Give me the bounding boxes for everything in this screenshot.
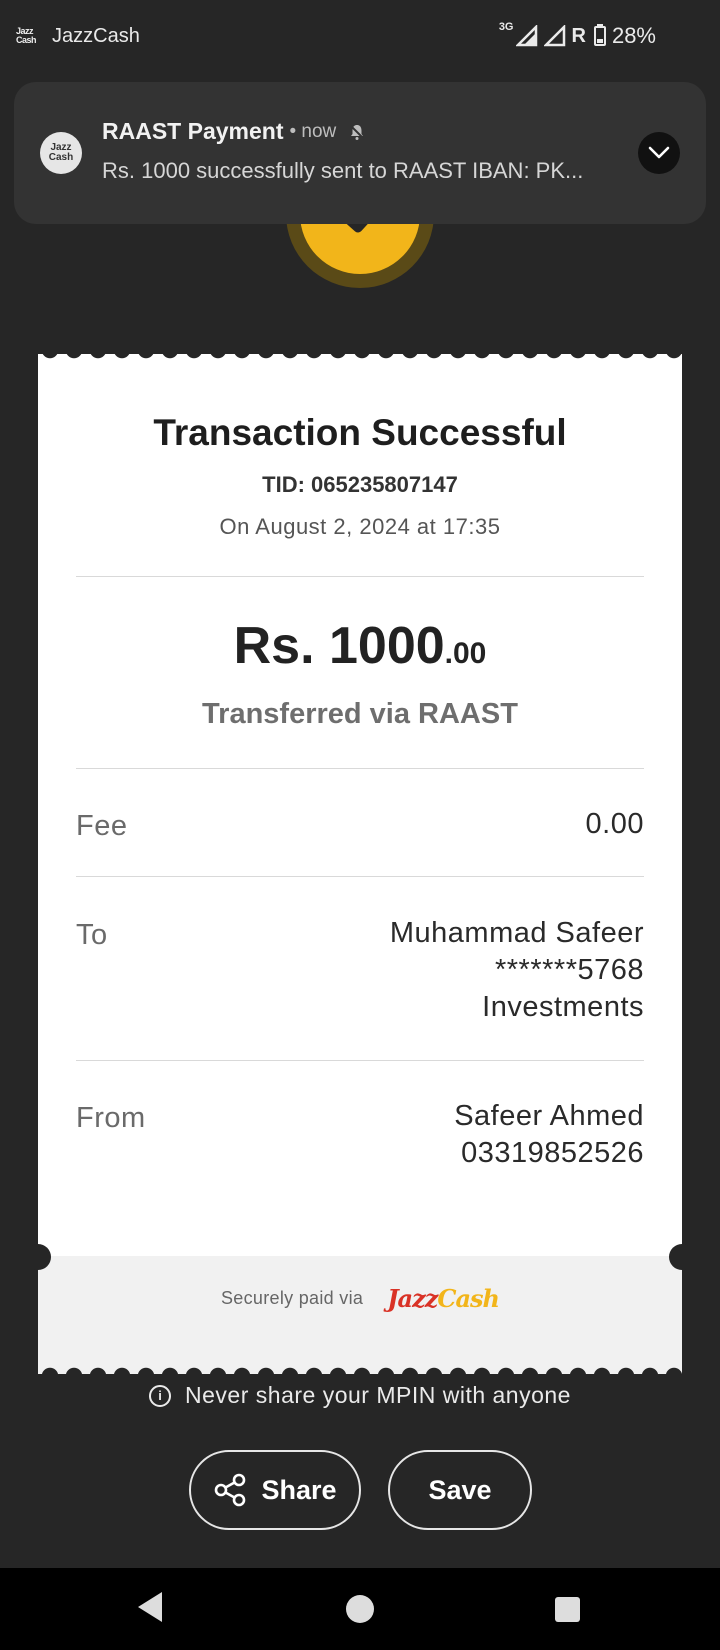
transaction-date: On August 2, 2024 at 17:35	[219, 514, 501, 539]
notification-title: RAAST Payment	[102, 118, 284, 144]
share-button[interactable]: Share	[189, 1450, 361, 1530]
notification-time: • now	[289, 120, 337, 142]
sender-number: 03319852526	[461, 1137, 644, 1169]
signal-icon-2	[543, 25, 565, 47]
bell-off-icon	[349, 123, 365, 140]
network-type: 3G	[498, 21, 514, 33]
receipt-card: Transaction Successful TID: 065235807147…	[25, 348, 695, 1378]
signal-icon	[515, 25, 537, 47]
chevron-down-icon	[648, 146, 670, 159]
back-icon[interactable]	[136, 1590, 164, 1624]
info-icon: i	[149, 1384, 172, 1407]
sender-name: Safeer Ahmed	[454, 1100, 644, 1132]
jazzcash-logo: JazzCash	[387, 1284, 500, 1313]
recipient-bank: Investments	[482, 991, 644, 1023]
receipt-top-edge	[38, 348, 682, 362]
divider	[76, 876, 644, 877]
recents-icon[interactable]	[555, 1597, 580, 1622]
amount-decimal: .00	[444, 637, 487, 670]
divider	[76, 1060, 644, 1061]
status-bar: Jazz Cash JazzCash 3G R 28%	[0, 0, 720, 72]
divider	[76, 768, 644, 769]
amount-main: Rs. 1000	[233, 617, 445, 675]
receipt-bottom-edge	[38, 1364, 682, 1378]
from-details: Safeer Ahmed 03319852526	[454, 1098, 644, 1172]
notification-header: RAAST Payment • now	[102, 118, 366, 145]
transaction-title: Transaction Successful	[153, 412, 567, 453]
jazzcash-mini-logo-icon: Jazz Cash	[16, 26, 37, 45]
save-button[interactable]: Save	[388, 1450, 532, 1530]
notification-expand-button[interactable]	[638, 132, 680, 174]
secure-payment-row: Securely paid via JazzCash	[38, 1284, 682, 1313]
share-icon	[215, 1473, 246, 1507]
status-app-name: JazzCash	[52, 24, 140, 47]
home-icon[interactable]	[346, 1595, 374, 1623]
secure-text: Securely paid via	[221, 1288, 364, 1308]
divider	[76, 576, 644, 577]
battery-percent: 28%	[611, 23, 656, 48]
from-label: From	[76, 1102, 146, 1134]
transaction-amount: Rs. 1000.00	[38, 616, 682, 676]
status-indicators: 3G R 28%	[498, 21, 656, 49]
mpin-warning: i Never share your MPIN with anyone	[0, 1382, 720, 1409]
battery-icon	[593, 24, 606, 46]
roaming-indicator: R	[571, 24, 586, 47]
receipt-footer	[38, 1256, 682, 1374]
save-label: Save	[428, 1474, 492, 1505]
jazzcash-app-icon: Jazz Cash	[40, 132, 82, 174]
transfer-method: Transferred via RAAST	[202, 698, 518, 730]
receipt-notch-right	[669, 1244, 695, 1270]
fee-value: 0.00	[585, 808, 644, 840]
fee-label: Fee	[76, 810, 128, 842]
recipient-name: Muhammad Safeer	[389, 917, 644, 949]
transaction-id: TID: 065235807147	[262, 472, 458, 497]
to-label: To	[76, 919, 108, 951]
warning-text: Never share your MPIN with anyone	[185, 1382, 571, 1408]
navigation-bar	[0, 1568, 720, 1650]
raast-notification[interactable]: Jazz Cash RAAST Payment • now Rs. 1000 s…	[14, 82, 706, 224]
to-details: Muhammad Safeer *******5768 Investments	[390, 915, 644, 1026]
notification-text: Rs. 1000 successfully sent to RAAST IBAN…	[102, 158, 584, 183]
receipt-notch-left	[25, 1244, 51, 1270]
recipient-account: *******5768	[494, 954, 644, 986]
share-label: Share	[261, 1474, 337, 1505]
